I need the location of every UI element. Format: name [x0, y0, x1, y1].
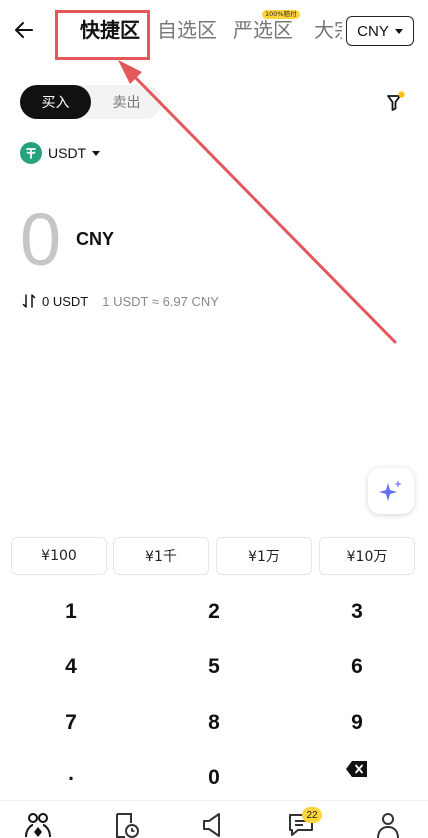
quick-amount-10k[interactable]: ¥1万 — [216, 537, 312, 575]
sell-tab[interactable]: 卖出 — [91, 85, 162, 119]
bottom-nav — [0, 800, 428, 838]
fiat-currency-select[interactable]: CNY — [346, 16, 414, 46]
compensation-badge: 100%赔付 — [262, 10, 300, 19]
annotation-highlight-box — [55, 10, 150, 60]
buy-sell-toggle: 买入 卖出 — [20, 85, 162, 119]
key-0[interactable]: 0 — [143, 752, 285, 804]
buy-tab[interactable]: 买入 — [20, 85, 91, 119]
exchange-rate: 1 USDT ≈ 6.97 CNY — [102, 293, 219, 309]
key-5[interactable]: 5 — [143, 641, 285, 693]
quick-amounts: ¥100 ¥1千 ¥1万 ¥10万 — [11, 537, 417, 575]
receive-amount: 0 USDT — [42, 293, 89, 309]
amount-unit: CNY — [76, 229, 115, 249]
filter-icon — [387, 91, 405, 111]
quick-amount-100[interactable]: ¥100 — [11, 537, 107, 575]
nav-orders[interactable] — [110, 811, 142, 838]
coin-name: USDT — [48, 145, 87, 161]
chat-unread-badge: 22 — [302, 807, 322, 823]
caret-down-icon — [394, 28, 403, 34]
tab-bulk-zone[interactable]: 大宗 — [314, 16, 342, 44]
quick-amount-100k[interactable]: ¥10万 — [319, 537, 415, 575]
key-backspace[interactable] — [286, 743, 428, 795]
nav-p2p[interactable] — [22, 811, 54, 838]
profile-icon — [377, 813, 399, 838]
swap-icon[interactable] — [22, 294, 36, 308]
announcement-icon — [203, 813, 220, 837]
tab-favorites-zone[interactable]: 自选区 — [157, 16, 217, 44]
coin-select[interactable]: USDT — [20, 141, 101, 165]
key-8[interactable]: 8 — [143, 697, 285, 749]
key-1[interactable]: 1 — [0, 586, 142, 638]
quick-amount-1k[interactable]: ¥1千 — [113, 537, 209, 575]
key-9[interactable]: 9 — [286, 697, 428, 749]
numeric-keypad: 1 2 3 4 5 6 7 8 9 . 0 — [0, 590, 428, 800]
nav-announcements[interactable] — [197, 811, 229, 838]
backspace-icon — [346, 761, 367, 777]
back-button[interactable] — [12, 16, 36, 44]
p2p-icon — [25, 813, 51, 838]
amount-value: 0 — [20, 198, 62, 281]
fiat-currency-value: CNY — [357, 22, 389, 40]
filter-button[interactable] — [384, 90, 408, 114]
key-3[interactable]: 3 — [286, 586, 428, 638]
arrow-left-icon — [15, 22, 33, 38]
tab-selected-zone[interactable]: 严选区 — [233, 16, 293, 44]
usdt-logo-icon — [20, 142, 42, 164]
caret-down-icon — [92, 150, 101, 156]
nav-profile[interactable] — [372, 811, 404, 838]
ai-assistant-button[interactable] — [368, 468, 414, 514]
key-2[interactable]: 2 — [143, 586, 285, 638]
rate-row: 0 USDT 1 USDT ≈ 6.97 CNY — [22, 291, 219, 311]
key-7[interactable]: 7 — [0, 697, 142, 749]
key-4[interactable]: 4 — [0, 641, 142, 693]
key-6[interactable]: 6 — [286, 641, 428, 693]
orders-icon — [116, 813, 139, 838]
key-decimal[interactable]: . — [0, 748, 142, 800]
sparkle-icon — [379, 480, 402, 501]
